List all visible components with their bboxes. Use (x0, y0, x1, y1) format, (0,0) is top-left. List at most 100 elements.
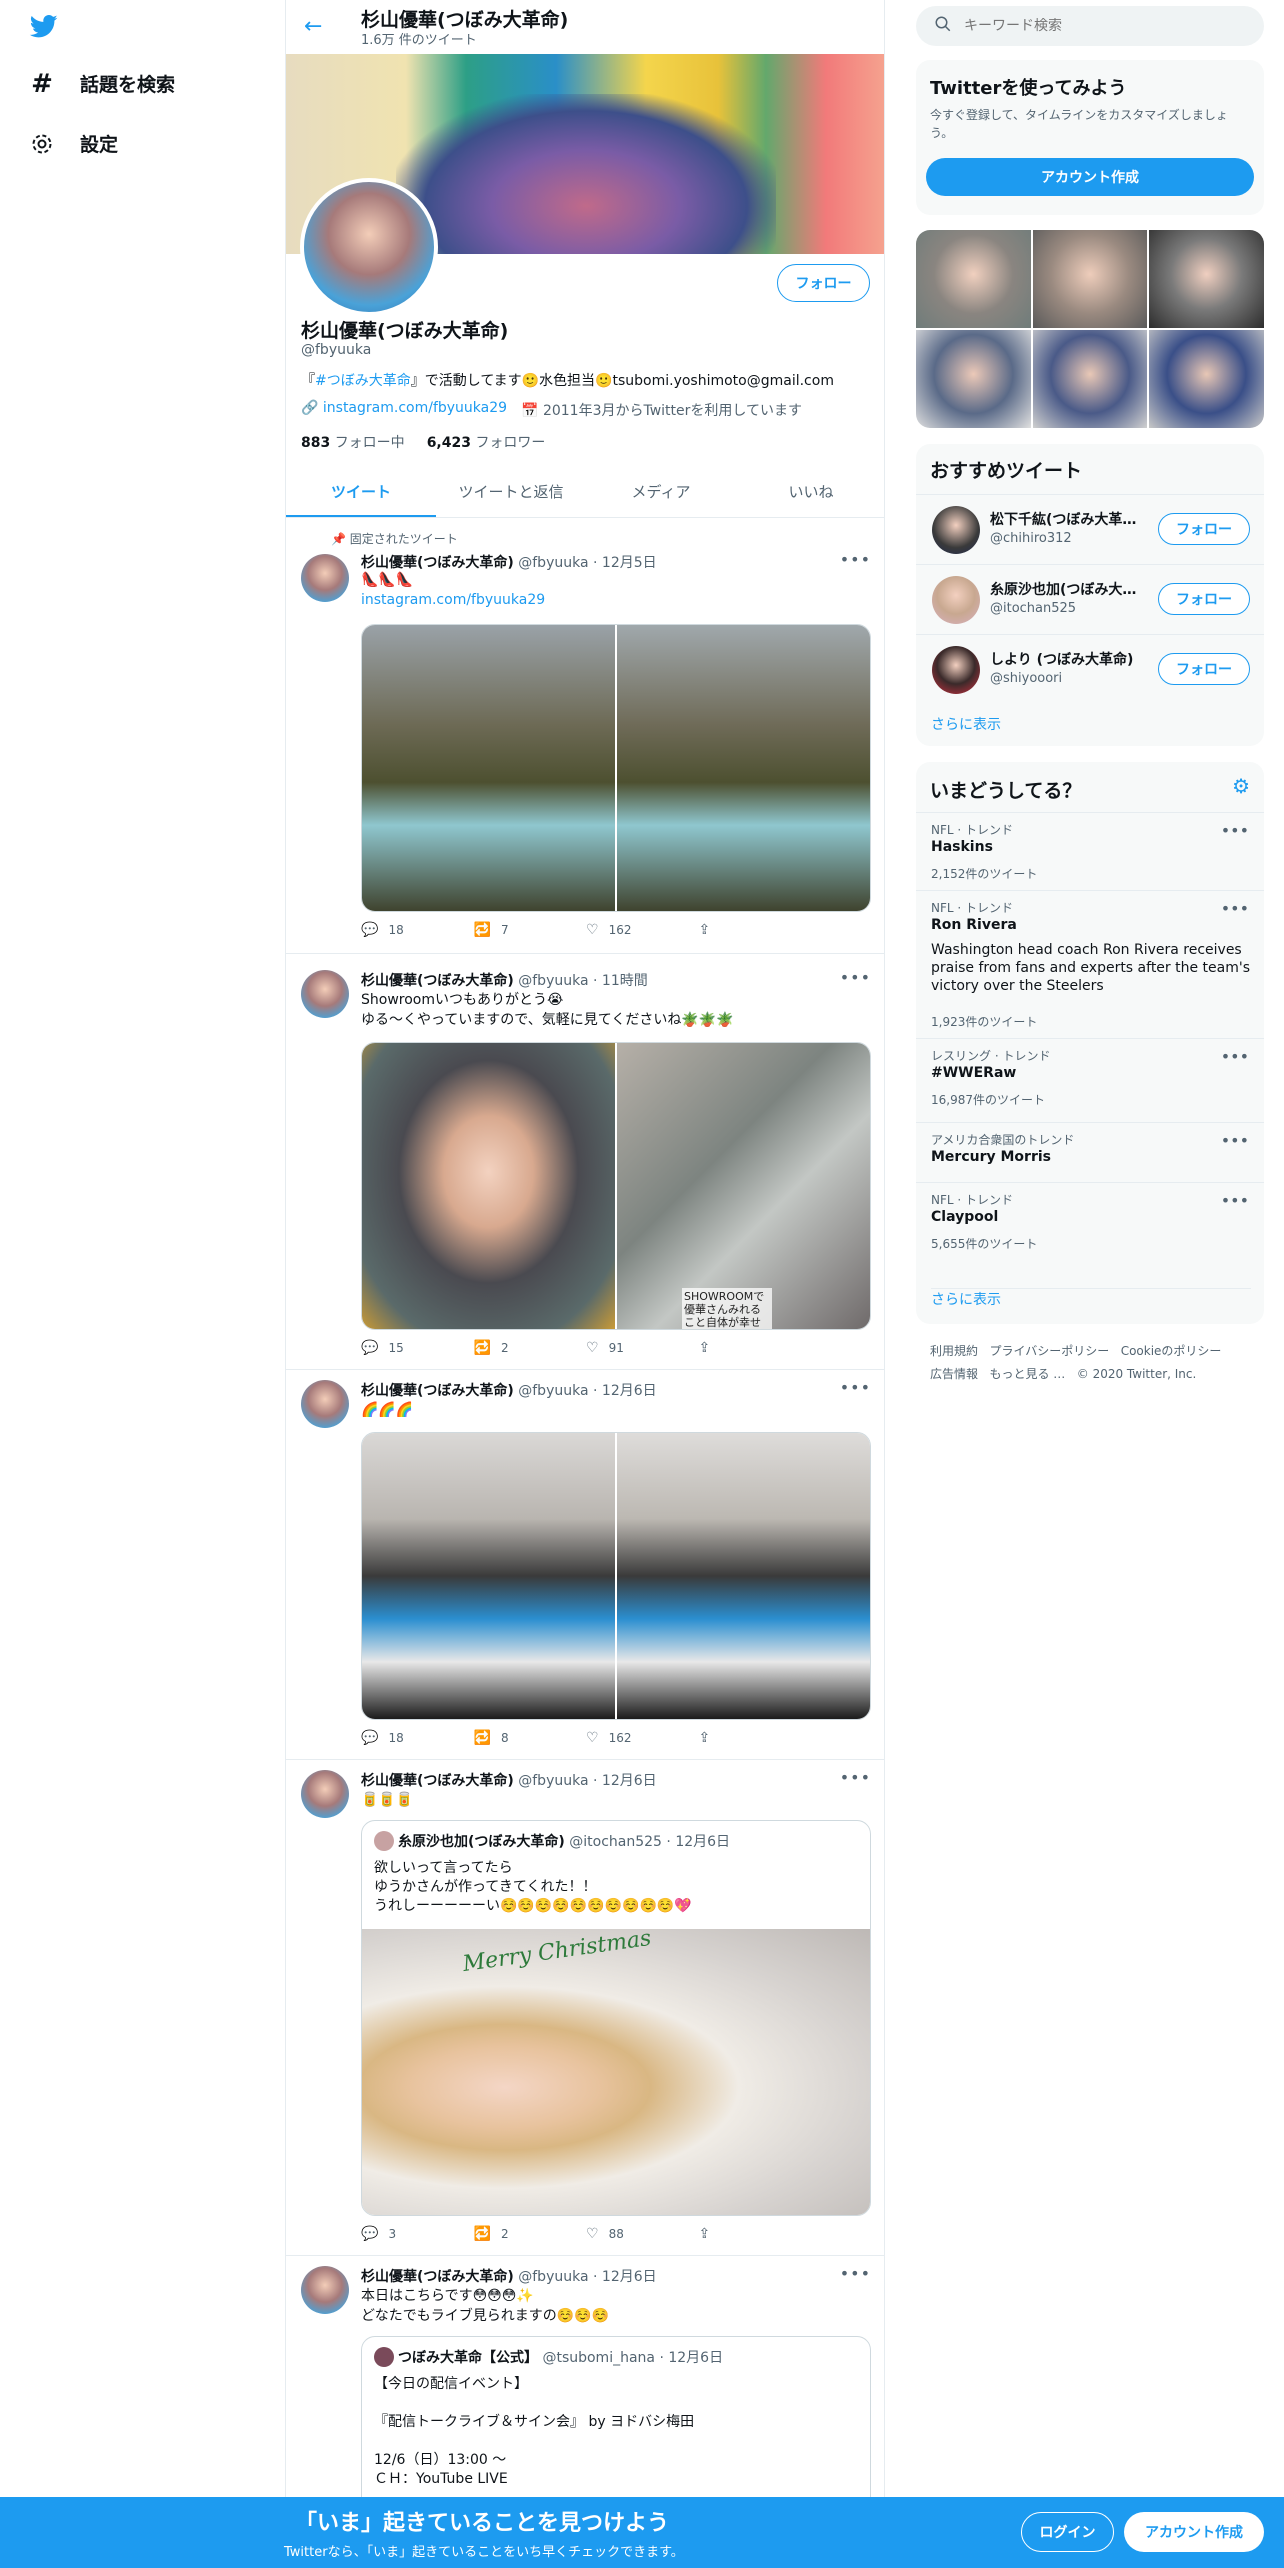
tweet[interactable]: 杉山優華(つぼみ大革命) @fbyuuka · 12月6日 ••• 🥫🥫🥫 糸原… (286, 1760, 884, 2256)
create-account-button[interactable]: アカウント作成 (926, 158, 1254, 196)
tweet-avatar[interactable] (301, 1380, 349, 1428)
trend-item[interactable]: NFL · トレンド Ron Rivera Washington head co… (916, 890, 1264, 1038)
tab-likes[interactable]: いいね (736, 465, 884, 517)
quoted-tweet[interactable]: 糸原沙也加(つぼみ大革命) @itochan525 · 12月6日 欲しいって言… (361, 1820, 871, 2216)
user-avatar[interactable] (932, 506, 980, 554)
trend-item[interactable]: レスリング · トレンド #WWERaw 16,987件のツイート ••• (916, 1038, 1264, 1122)
tweet-date[interactable]: 12月5日 (602, 555, 657, 571)
tab-tweets-replies[interactable]: ツイートと返信 (436, 465, 586, 517)
quote-photo[interactable]: Merry Christmas (362, 1926, 870, 2215)
tweet-media[interactable] (361, 1432, 871, 1720)
login-button[interactable]: ログイン (1021, 2512, 1114, 2552)
tweet[interactable]: 杉山優華(つぼみ大革命) @fbyuuka · 11時間 ••• Showroo… (286, 962, 884, 1370)
recommended-user[interactable]: しより (つぼみ大革命) @shiyooori フォロー (916, 634, 1264, 704)
like-button[interactable]: ♡ 162 (586, 1730, 699, 1746)
footer-link[interactable]: Cookieのポリシー (1121, 1344, 1222, 1358)
share-button[interactable]: ⇪ (699, 922, 812, 938)
tweet-author[interactable]: 杉山優華(つぼみ大革命) (361, 1773, 514, 1789)
user-avatar[interactable] (932, 646, 980, 694)
retweet-button[interactable]: 🔁 7 (474, 922, 587, 938)
profile-link-text[interactable]: instagram.com/fbyuuka29 (323, 400, 507, 416)
more-icon[interactable]: ••• (1221, 1047, 1249, 1066)
tweet-date[interactable]: 12月6日 (602, 1773, 657, 1789)
tweet[interactable]: 杉山優華(つぼみ大革命) @fbyuuka · 12月6日 ••• 🌈🌈🌈 💬 1… (286, 1370, 884, 1760)
profile-link[interactable]: 🔗 instagram.com/fbyuuka29 (301, 400, 507, 420)
media-thumb[interactable] (1032, 330, 1148, 428)
like-button[interactable]: ♡ 162 (586, 922, 699, 938)
share-button[interactable]: ⇪ (699, 1730, 812, 1746)
tweet-photo[interactable] (617, 625, 870, 911)
more-icon[interactable]: ••• (840, 1768, 871, 1787)
more-icon[interactable]: ••• (1221, 1191, 1249, 1210)
more-icon[interactable]: ••• (840, 1378, 871, 1397)
follow-button[interactable]: フォロー (1158, 653, 1250, 685)
tweet-author[interactable]: 杉山優華(つぼみ大革命) (361, 1383, 514, 1399)
tweet-author[interactable]: 杉山優華(つぼみ大革命) (361, 555, 514, 571)
trends-show-more-link[interactable]: さらに表示 (931, 1288, 1251, 1309)
tweet-avatar[interactable] (301, 1770, 349, 1818)
trend-item[interactable]: アメリカ合衆国のトレンド Mercury Morris ••• (916, 1122, 1264, 1182)
tweet-photo[interactable] (617, 1433, 870, 1719)
footer-link[interactable]: 広告情報 (930, 1367, 978, 1381)
gear-icon[interactable]: ⚙ (1232, 774, 1250, 798)
reply-button[interactable]: 💬 15 (361, 1340, 474, 1356)
recommended-user[interactable]: 糸原沙也加(つぼみ大革命) @itochan525 フォロー (916, 564, 1264, 634)
retweet-button[interactable]: 🔁 2 (474, 1340, 587, 1356)
show-more-link[interactable]: さらに表示 (931, 714, 1001, 734)
twitter-bird-icon[interactable] (28, 12, 64, 42)
tweet-link[interactable]: instagram.com/fbyuuka29 (361, 590, 545, 610)
tweet-date[interactable]: 12月6日 (602, 2269, 657, 2285)
trend-item[interactable]: NFL · トレンド Haskins 2,152件のツイート ••• (916, 812, 1264, 890)
reply-button[interactable]: 💬 18 (361, 1730, 474, 1746)
tweet[interactable]: 杉山優華(つぼみ大革命) @fbyuuka · 12月5日 ••• 👠👠👠 ins… (286, 518, 884, 954)
more-icon[interactable]: ••• (840, 968, 871, 987)
user-name[interactable]: 松下千紘(つぼみ大革命) (990, 509, 1140, 529)
media-thumb[interactable] (916, 330, 1031, 428)
reply-button[interactable]: 💬 18 (361, 922, 474, 938)
like-button[interactable]: ♡ 91 (586, 1340, 699, 1356)
tweet-avatar[interactable] (301, 2266, 349, 2314)
more-icon[interactable]: ••• (1221, 899, 1249, 918)
user-name[interactable]: 糸原沙也加(つぼみ大革命) (990, 579, 1140, 599)
bio-hashtag-link[interactable]: #つぼみ大革命 (315, 373, 411, 389)
tweet-date[interactable]: 11時間 (602, 973, 648, 989)
recommended-user[interactable]: 松下千紘(つぼみ大革命) @chihiro312 フォロー (916, 494, 1264, 564)
media-thumb[interactable] (916, 230, 1031, 328)
tweet-avatar[interactable] (301, 554, 349, 602)
nav-settings[interactable]: 設定 (30, 130, 118, 157)
follow-button[interactable]: フォロー (1158, 583, 1250, 615)
nav-explore[interactable]: # 話題を検索 (30, 69, 175, 99)
tweet-media[interactable] (361, 624, 871, 912)
footer-link[interactable]: プライバシーポリシー (989, 1344, 1109, 1358)
more-icon[interactable]: ••• (840, 2264, 871, 2283)
tweet-avatar[interactable] (301, 970, 349, 1018)
footer-link[interactable]: 利用規約 (930, 1344, 978, 1358)
follow-button[interactable]: フォロー (777, 264, 870, 302)
tweet-photo[interactable] (362, 625, 617, 911)
reply-button[interactable]: 💬 3 (361, 2226, 474, 2242)
tab-tweets[interactable]: ツイート (286, 465, 436, 517)
user-avatar[interactable] (932, 576, 980, 624)
footer-more-link[interactable]: もっと見る … (989, 1367, 1065, 1381)
signup-button[interactable]: アカウント作成 (1124, 2512, 1264, 2552)
follow-button[interactable]: フォロー (1158, 513, 1250, 545)
retweet-button[interactable]: 🔁 8 (474, 1730, 587, 1746)
followers-stat[interactable]: 6,423 フォロワー (427, 432, 546, 452)
tweet-date[interactable]: 12月6日 (602, 1383, 657, 1399)
following-stat[interactable]: 883 フォロー中 (301, 432, 405, 452)
media-thumb[interactable] (1149, 330, 1264, 428)
user-name[interactable]: しより (つぼみ大革命) (990, 649, 1140, 669)
share-button[interactable]: ⇪ (699, 1340, 812, 1356)
tweet-author[interactable]: 杉山優華(つぼみ大革命) (361, 973, 514, 989)
tab-media[interactable]: メディア (586, 465, 736, 517)
media-thumb[interactable] (1032, 230, 1148, 328)
trend-item[interactable]: NFL · トレンド Claypool 5,655件のツイート ••• (916, 1182, 1264, 1266)
search-input[interactable] (964, 18, 1234, 34)
back-arrow-icon[interactable]: ← (304, 14, 322, 39)
tweet-photo[interactable] (362, 1043, 617, 1329)
share-button[interactable]: ⇪ (699, 2226, 812, 2242)
tweet-media[interactable]: SHOWROOMで優華さんみれること自体が幸せ (361, 1042, 871, 1330)
more-icon[interactable]: ••• (1221, 1131, 1249, 1150)
tweet-photo[interactable] (362, 1433, 617, 1719)
like-button[interactable]: ♡ 88 (586, 2226, 699, 2242)
